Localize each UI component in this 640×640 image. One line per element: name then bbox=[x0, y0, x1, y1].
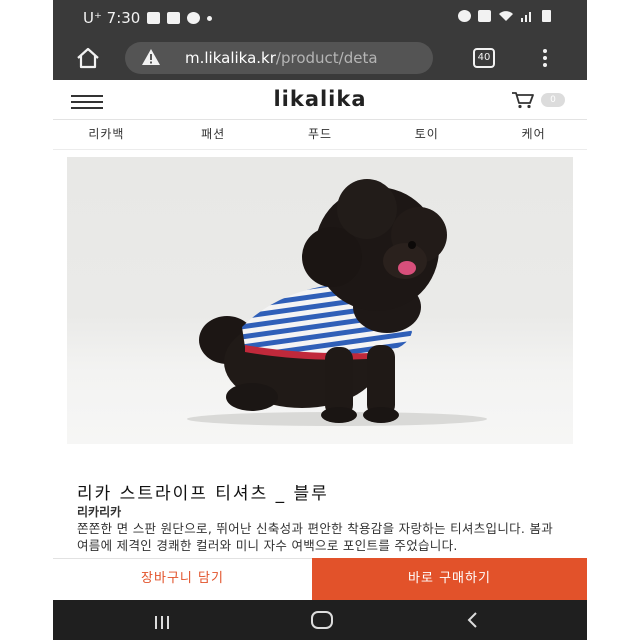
product-title: 리카 스트라이프 티셔츠 _ 블루 bbox=[77, 484, 329, 504]
category-tab-food[interactable]: 푸드 bbox=[267, 120, 374, 149]
carrier-time: U⁺ 7:30 bbox=[83, 9, 141, 27]
site-logo[interactable]: likalika bbox=[53, 87, 587, 111]
back-icon[interactable] bbox=[465, 611, 481, 629]
category-tab-fashion[interactable]: 패션 bbox=[160, 120, 267, 149]
browser-toolbar: m.likalika.kr/product/deta 40 bbox=[53, 36, 587, 80]
dot-icon bbox=[207, 15, 213, 21]
battery-icon bbox=[542, 10, 551, 22]
category-tab-care[interactable]: 케어 bbox=[480, 120, 587, 149]
product-description: 쫀쫀한 면 스판 원단으로, 뛰어난 신축성과 편안한 착용감을 자랑하는 티셔… bbox=[77, 521, 554, 553]
lock-icon bbox=[478, 9, 491, 22]
purchase-actions: 장바구니 담기 바로 구매하기 bbox=[53, 558, 587, 600]
url-host: m.likalika.kr bbox=[185, 49, 276, 67]
chat-bubble-icon bbox=[187, 12, 201, 24]
add-to-cart-button[interactable]: 장바구니 담기 bbox=[53, 558, 312, 600]
phone-call-icon bbox=[147, 12, 161, 24]
cart-icon[interactable] bbox=[511, 91, 535, 109]
home-icon[interactable] bbox=[75, 46, 101, 70]
url-field[interactable]: m.likalika.kr/product/deta bbox=[125, 42, 433, 74]
recent-apps-icon[interactable] bbox=[155, 614, 173, 629]
url-path: /product/deta bbox=[275, 49, 378, 67]
overflow-menu-icon[interactable] bbox=[537, 48, 553, 68]
site-header: likalika 0 bbox=[53, 80, 587, 120]
category-tab-toy[interactable]: 토이 bbox=[373, 120, 480, 149]
category-tab-likabag[interactable]: 리카백 bbox=[53, 120, 160, 149]
tab-count-button[interactable]: 40 bbox=[473, 48, 495, 68]
product-brand[interactable]: 리카리카 bbox=[77, 503, 121, 520]
category-nav: 리카백 패션 푸드 토이 케어 bbox=[53, 120, 587, 150]
cart-count-badge: 0 bbox=[541, 93, 565, 107]
url-text: m.likalika.kr/product/deta bbox=[185, 49, 378, 67]
image-icon bbox=[167, 12, 181, 24]
product-image[interactable] bbox=[67, 157, 573, 444]
alarm-icon bbox=[458, 9, 471, 22]
system-nav-bar bbox=[53, 600, 587, 640]
home-nav-icon[interactable] bbox=[311, 611, 333, 629]
signal-icon bbox=[521, 11, 531, 22]
buy-now-button[interactable]: 바로 구매하기 bbox=[312, 558, 587, 600]
warning-icon[interactable] bbox=[141, 48, 161, 66]
status-bar: U⁺ 7:30 bbox=[53, 0, 587, 36]
phone-screen: U⁺ 7:30 m.likalika.kr/product/deta 40 li… bbox=[53, 0, 587, 640]
dog-in-striped-shirt-photo bbox=[187, 179, 487, 426]
wifi-icon bbox=[499, 10, 513, 21]
